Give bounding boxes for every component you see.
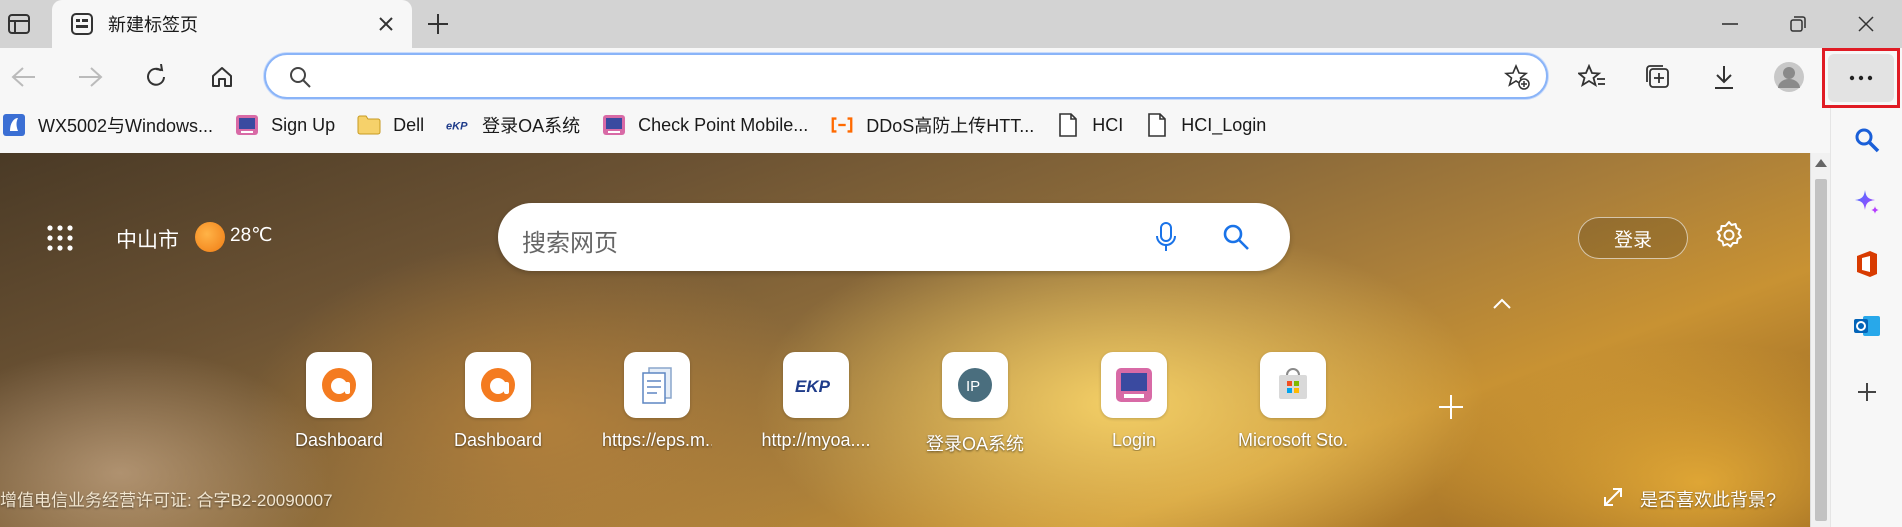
bookmark-item[interactable]: Sign Up: [235, 108, 357, 142]
bookmark-item[interactable]: HCI_Login: [1145, 108, 1288, 142]
address-bar[interactable]: [264, 53, 1548, 99]
bookmark-item[interactable]: eKP 登录OA系统: [446, 108, 602, 142]
collections-icon[interactable]: [1642, 62, 1674, 92]
sidebar-search-icon[interactable]: [1851, 124, 1883, 156]
login-app-icon: [1101, 352, 1167, 418]
microsoft-store-icon: [1260, 352, 1326, 418]
close-window-icon[interactable]: [1852, 12, 1880, 36]
bookmark-label: 登录OA系统: [482, 116, 581, 136]
restore-icon[interactable]: [1784, 12, 1812, 36]
bookmark-label: Check Point Mobile...: [638, 114, 809, 135]
bookmark-label: DDoS高防上传HTT...: [866, 116, 1035, 136]
svg-text:EKP: EKP: [795, 377, 831, 396]
newtab-favicon-icon: [70, 12, 94, 36]
microphone-icon[interactable]: [1150, 221, 1182, 253]
add-favorite-icon[interactable]: [1502, 63, 1532, 91]
outlook-icon[interactable]: [1851, 310, 1883, 342]
sidebar-add-icon[interactable]: [1853, 378, 1881, 406]
tile-label: http://myoa....: [761, 430, 871, 450]
document-icon: [624, 352, 690, 418]
svg-text:IP: IP: [966, 378, 980, 395]
favorites-icon[interactable]: [1576, 62, 1608, 92]
office-icon[interactable]: [1851, 248, 1883, 280]
profile-avatar-icon[interactable]: [1772, 60, 1806, 94]
highlight-box: [1822, 48, 1900, 108]
dashboard-app-icon: [306, 352, 372, 418]
tile-label: https://eps.m...: [602, 430, 712, 450]
bookmark-item[interactable]: HCI: [1056, 108, 1145, 142]
dashboard-app-icon: [465, 352, 531, 418]
forward-icon[interactable]: [74, 62, 106, 92]
refresh-icon[interactable]: [140, 62, 172, 92]
ip-avatar-icon: IP: [942, 352, 1008, 418]
tile-label: Microsoft Sto...: [1238, 430, 1348, 450]
tile-label: Dashboard: [453, 430, 543, 450]
new-tab-plus-icon[interactable]: [424, 10, 452, 38]
tab-title: 新建标签页: [108, 15, 198, 35]
quick-link-tile[interactable]: https://eps.m...: [602, 352, 712, 451]
tile-label: Login: [1111, 430, 1157, 450]
copilot-sparkle-icon[interactable]: [1851, 186, 1883, 218]
bookmark-label: HCI_Login: [1181, 114, 1267, 135]
bookmark-item[interactable]: WX5002与Windows...: [0, 108, 235, 142]
page-scrollbar[interactable]: [1810, 153, 1830, 527]
tile-label: 登录OA系统: [925, 434, 1024, 454]
address-search-icon: [286, 63, 314, 91]
edge-sidebar: [1830, 108, 1902, 527]
weather-temperature[interactable]: 28℃: [230, 224, 272, 247]
bookmark-item[interactable]: Check Point Mobile...: [602, 108, 830, 142]
svg-text:eKP: eKP: [446, 121, 468, 133]
quick-link-tile[interactable]: Login: [1079, 352, 1189, 451]
bookmark-item[interactable]: Dell: [357, 108, 446, 142]
bookmark-label: HCI: [1092, 114, 1124, 135]
expand-icon[interactable]: [1600, 484, 1626, 510]
back-icon[interactable]: [8, 62, 40, 92]
tile-label: Dashboard: [294, 430, 384, 450]
search-placeholder: 搜索网页: [522, 230, 618, 257]
ekp-icon: eKP: [446, 113, 470, 137]
license-footer[interactable]: 增值电信业务经营许可证: 合字B2-20090007: [0, 486, 333, 511]
quick-link-tile[interactable]: EKP http://myoa....: [761, 352, 871, 451]
tab-close-icon[interactable]: [374, 12, 398, 36]
downloads-icon[interactable]: [1708, 62, 1740, 92]
bookmark-label: WX5002与Windows...: [38, 116, 214, 136]
search-icon[interactable]: [1220, 221, 1252, 253]
quick-link-tile[interactable]: Dashboard: [284, 352, 394, 451]
weather-location[interactable]: 中山市: [116, 224, 179, 254]
bookmark-item[interactable]: DDoS高防上传HTT...: [830, 108, 1056, 142]
wx-icon: [2, 113, 26, 137]
checkpoint-icon: [602, 113, 626, 137]
login-button[interactable]: 登录: [1578, 217, 1688, 259]
quick-link-tile[interactable]: Dashboard: [443, 352, 553, 451]
bookmark-label: Sign Up: [271, 114, 336, 135]
tab-bar: 新建标签页: [0, 0, 1902, 48]
apps-launcher-icon[interactable]: [44, 222, 76, 254]
bookmark-label: Dell: [393, 114, 425, 135]
scroll-up-arrow-icon[interactable]: [1815, 159, 1827, 167]
folder-icon: [357, 113, 381, 137]
web-search-box[interactable]: 搜索网页: [498, 203, 1290, 271]
tab-actions-icon[interactable]: [6, 12, 32, 36]
add-quick-link-icon[interactable]: [1436, 392, 1466, 422]
scrollbar-thumb[interactable]: [1815, 179, 1827, 521]
quick-link-tile[interactable]: Microsoft Sto...: [1238, 352, 1348, 451]
minimize-icon[interactable]: [1716, 12, 1744, 36]
ekp-icon: EKP: [783, 352, 849, 418]
sunny-weather-icon: [195, 222, 225, 252]
signup-icon: [235, 113, 259, 137]
ddos-icon: [830, 113, 854, 137]
quick-link-tile[interactable]: IP 登录OA系统: [920, 352, 1030, 456]
page-settings-gear-icon[interactable]: [1712, 218, 1746, 252]
page-icon: [1056, 113, 1080, 137]
tab-new-tab[interactable]: 新建标签页: [52, 0, 412, 48]
background-feedback[interactable]: 是否喜欢此背景?: [1640, 486, 1776, 512]
bookmarks-bar: WX5002与Windows... Sign Up Dell eKP 登录OA系…: [0, 108, 1288, 142]
page-icon: [1145, 113, 1169, 137]
home-icon[interactable]: [206, 62, 238, 92]
collapse-chevron-up-icon[interactable]: [1490, 294, 1514, 314]
